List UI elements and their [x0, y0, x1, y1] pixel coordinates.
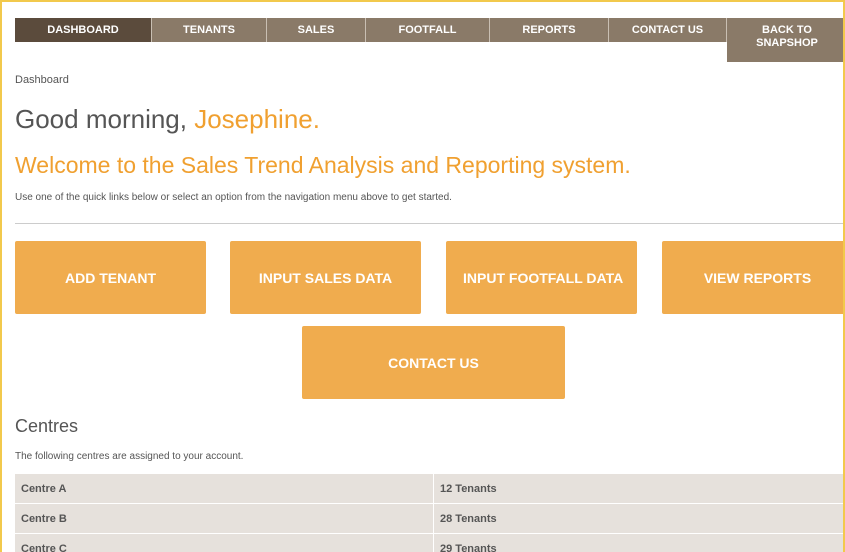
table-row[interactable]: Centre B 28 Tenants	[15, 504, 843, 534]
input-sales-data-button[interactable]: INPUT SALES DATA	[230, 241, 421, 314]
centres-heading: Centres	[15, 416, 79, 436]
nav-back-line2: SNAPSHOP	[756, 37, 818, 49]
centres-table: Centre A 12 Tenants Centre B 28 Tenants …	[15, 474, 843, 552]
section-divider	[15, 223, 843, 224]
centre-name: Centre A	[15, 474, 434, 503]
tenant-count: 12 Tenants	[440, 482, 497, 495]
table-row[interactable]: Centre A 12 Tenants	[15, 474, 843, 504]
nav-dashboard[interactable]: DASHBOARD	[15, 18, 152, 42]
nav-footfall[interactable]: FOOTFALL	[366, 18, 490, 42]
welcome-heading: Welcome to the Sales Trend Analysis and …	[15, 152, 631, 178]
tenant-count: 28 Tenants	[440, 512, 497, 525]
main-navigation: DASHBOARD TENANTS SALES FOOTFALL REPORTS…	[15, 18, 843, 62]
breadcrumb: Dashboard	[15, 74, 69, 86]
nav-back-to-snapshop[interactable]: BACK TO SNAPSHOP	[727, 18, 843, 62]
nav-back-label: BACK TO SNAPSHOP	[756, 24, 818, 50]
nav-tenants[interactable]: TENANTS	[152, 18, 267, 42]
page-frame: DASHBOARD TENANTS SALES FOOTFALL REPORTS…	[0, 0, 845, 552]
table-row[interactable]: Centre C 29 Tenants	[15, 534, 843, 552]
centre-name: Centre B	[15, 504, 434, 533]
centre-name: Centre C	[15, 534, 434, 552]
nav-back-line1: BACK TO	[762, 24, 812, 36]
nav-contact-us[interactable]: CONTACT US	[609, 18, 727, 42]
intro-text: Use one of the quick links below or sele…	[15, 192, 452, 203]
centres-description: The following centres are assigned to yo…	[15, 451, 244, 462]
greeting-heading: Good morning, Josephine.	[15, 104, 320, 135]
view-reports-button[interactable]: VIEW REPORTS	[662, 241, 843, 314]
user-name: Josephine.	[194, 104, 320, 134]
tenant-count: 29 Tenants	[440, 542, 497, 552]
input-footfall-data-button[interactable]: INPUT FOOTFALL DATA	[446, 241, 637, 314]
contact-us-button[interactable]: CONTACT US	[302, 326, 565, 399]
greeting-prefix: Good morning,	[15, 104, 187, 134]
add-tenant-button[interactable]: ADD TENANT	[15, 241, 206, 314]
nav-reports[interactable]: REPORTS	[490, 18, 609, 42]
nav-sales[interactable]: SALES	[267, 18, 366, 42]
